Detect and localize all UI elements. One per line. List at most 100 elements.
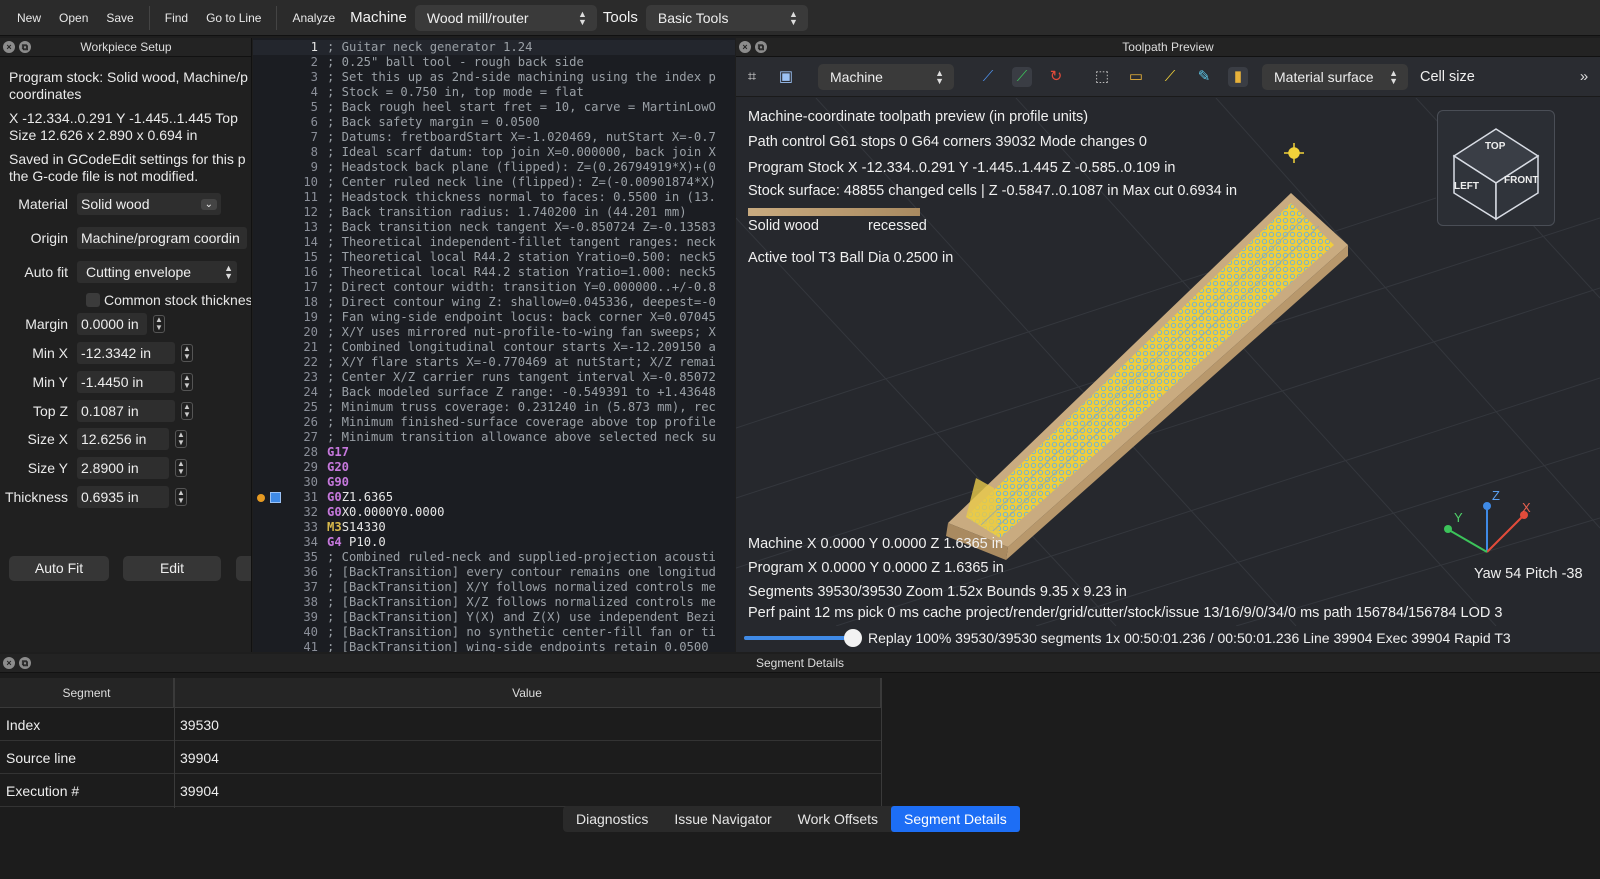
- common-stock-checkbox[interactable]: [86, 293, 100, 307]
- code-line[interactable]: 10 ; Center ruled neck line (flipped): Z=…: [253, 175, 735, 190]
- code-line[interactable]: 25 ; Minimum truss coverage: 0.231240 in …: [253, 400, 735, 415]
- origin-select[interactable]: Machine/program coordin: [77, 227, 247, 249]
- code-line[interactable]: 29 G20: [253, 460, 735, 475]
- code-line[interactable]: 18 ; Direct contour wing Z: shallow=0.045…: [253, 295, 735, 310]
- sizey-input[interactable]: 2.8900 in: [77, 457, 169, 479]
- code-line[interactable]: 9 ; Headstock back plane (flipped): Z=(0.…: [253, 160, 735, 175]
- breakpoint-dot-icon[interactable]: [257, 494, 265, 502]
- replay-slider[interactable]: [744, 629, 862, 647]
- tool-icon[interactable]: ⟋: [1160, 67, 1180, 87]
- code-line[interactable]: 12 ; Back transition radius: 1.740200 in …: [253, 205, 735, 220]
- view-cube[interactable]: TOP LEFT FRONT: [1437, 110, 1555, 226]
- code-line[interactable]: 31 G0Z1.6365: [253, 490, 735, 505]
- find-button[interactable]: Find: [156, 11, 197, 25]
- close-icon[interactable]: ×: [739, 41, 751, 53]
- overflow-chevron-icon[interactable]: »: [1574, 67, 1594, 87]
- machine-select[interactable]: Wood mill/router ▲ ▼: [414, 4, 597, 31]
- cube-top-label[interactable]: TOP: [1485, 141, 1505, 152]
- thickness-stepper[interactable]: ▲ ▼: [175, 488, 187, 506]
- analyze-button[interactable]: Analyze: [283, 11, 344, 25]
- float-icon[interactable]: ⧉: [755, 41, 767, 53]
- sizex-input[interactable]: 12.6256 in: [77, 428, 169, 450]
- column-header-value[interactable]: Value: [174, 678, 881, 708]
- code-line[interactable]: 2 ; 0.25" ball tool - rough back side: [253, 55, 735, 70]
- code-line[interactable]: 28 G17: [253, 445, 735, 460]
- code-line[interactable]: 35 ; Combined ruled-neck and supplied-pro…: [253, 550, 735, 565]
- table-row-key[interactable]: Execution #: [0, 775, 174, 807]
- code-line[interactable]: 15 ; Theoretical local R44.2 station Yrat…: [253, 250, 735, 265]
- code-line[interactable]: 36 ; [BackTransition] every contour remai…: [253, 565, 735, 580]
- surface-select[interactable]: Material surface ▲ ▼: [1262, 64, 1408, 90]
- code-line[interactable]: 21 ; Combined longitudinal contour starts…: [253, 340, 735, 355]
- arc-move-icon[interactable]: ↻: [1046, 67, 1066, 87]
- miny-stepper[interactable]: ▲ ▼: [181, 373, 193, 391]
- table-row-value[interactable]: 39530: [174, 709, 881, 741]
- topz-stepper[interactable]: ▲ ▼: [181, 402, 193, 420]
- feed-move-icon[interactable]: ⟋: [978, 67, 998, 87]
- code-line[interactable]: 23 ; Center X/Z carrier runs tangent inte…: [253, 370, 735, 385]
- tools-select[interactable]: Basic Tools ▲ ▼: [645, 4, 808, 31]
- image-export-icon[interactable]: ▣: [776, 67, 796, 87]
- table-row-value[interactable]: 39904: [174, 775, 881, 807]
- thickness-input[interactable]: 0.6935 in: [77, 486, 169, 508]
- code-line[interactable]: 34 G4 P10.0: [253, 535, 735, 550]
- autofit-select[interactable]: Cutting envelope ▲ ▼: [77, 261, 237, 283]
- code-line[interactable]: 24 ; Back modeled surface Z range: -0.549…: [253, 385, 735, 400]
- float-icon[interactable]: ⧉: [19, 657, 31, 669]
- table-row-value[interactable]: 39904: [174, 742, 881, 774]
- material-select[interactable]: Solid wood ⌄: [77, 193, 221, 215]
- code-line[interactable]: 26 ; Minimum finished-surface coverage ab…: [253, 415, 735, 430]
- code-line[interactable]: 39 ; [BackTransition] Y(X) and Z(X) use i…: [253, 610, 735, 625]
- code-line[interactable]: 27 ; Minimum transition allowance above s…: [253, 430, 735, 445]
- code-line[interactable]: 33 M3S14330: [253, 520, 735, 535]
- code-line[interactable]: 13 ; Back transition neck tangent X=-0.85…: [253, 220, 735, 235]
- minx-input[interactable]: -12.3342 in: [77, 342, 175, 364]
- code-line[interactable]: 19 ; Fan wing-side endpoint locus: back c…: [253, 310, 735, 325]
- code-line[interactable]: 5 ; Back rough heel start fret = 10, carv…: [253, 100, 735, 115]
- table-row-key[interactable]: Index: [0, 709, 174, 741]
- measure-icon[interactable]: ✎: [1194, 67, 1214, 87]
- code-line[interactable]: 11 ; Headstock thickness normal to faces:…: [253, 190, 735, 205]
- sizey-stepper[interactable]: ▲ ▼: [175, 459, 187, 477]
- code-line[interactable]: 32 G0X0.0000Y0.0000: [253, 505, 735, 520]
- miny-input[interactable]: -1.4450 in: [77, 371, 175, 393]
- open-button[interactable]: Open: [50, 11, 97, 25]
- edit-button[interactable]: Edit: [123, 556, 221, 581]
- auto-fit-button[interactable]: Auto Fit: [9, 556, 109, 581]
- gcode-editor[interactable]: 1 ; Guitar neck generator 1.24 2 ; 0.25" ba…: [253, 38, 735, 652]
- close-icon[interactable]: ×: [3, 41, 15, 53]
- crop-icon[interactable]: ⌗: [742, 67, 762, 87]
- code-line[interactable]: 30 G90: [253, 475, 735, 490]
- code-line[interactable]: 41 ; [BackTransition] wing-side endpoints…: [253, 640, 735, 652]
- margin-input[interactable]: 0.0000 in: [77, 313, 147, 335]
- bounds-icon[interactable]: ⬚: [1092, 67, 1112, 87]
- code-line[interactable]: 7 ; Datums: fretboardStart X=-1.020469, n…: [253, 130, 735, 145]
- chart-icon[interactable]: ▮: [1228, 67, 1248, 87]
- code-line[interactable]: 20 ; X/Y uses mirrored nut-profile-to-win…: [253, 325, 735, 340]
- cube-front-label[interactable]: FRONT: [1504, 175, 1538, 186]
- tab-segment-details[interactable]: Segment Details: [891, 806, 1020, 832]
- stock-icon[interactable]: ▭: [1126, 67, 1146, 87]
- code-line[interactable]: 40 ; [BackTransition] no synthetic center…: [253, 625, 735, 640]
- view-select[interactable]: Machine ▲ ▼: [818, 64, 954, 90]
- goto-line-button[interactable]: Go to Line: [197, 11, 270, 25]
- code-line[interactable]: 3 ; Set this up as 2nd-side machining usi…: [253, 70, 735, 85]
- code-line[interactable]: 4 ; Stock = 0.750 in, top mode = flat: [253, 85, 735, 100]
- tab-work-offsets[interactable]: Work Offsets: [785, 806, 891, 832]
- bookmark-icon[interactable]: [270, 492, 281, 503]
- code-line[interactable]: 17 ; Direct contour width: transition Y=0…: [253, 280, 735, 295]
- replay-slider-knob[interactable]: [843, 629, 862, 647]
- more-button[interactable]: [236, 556, 251, 581]
- code-line[interactable]: 22 ; X/Y flare starts X=-0.770469 at nutS…: [253, 355, 735, 370]
- code-line[interactable]: 16 ; Theoretical local R44.2 station Yrat…: [253, 265, 735, 280]
- save-button[interactable]: Save: [97, 11, 142, 25]
- code-line[interactable]: 6 ; Back safety margin = 0.0500: [253, 115, 735, 130]
- margin-stepper[interactable]: ▲ ▼: [153, 315, 165, 333]
- tab-diagnostics[interactable]: Diagnostics: [563, 806, 661, 832]
- cube-left-label[interactable]: LEFT: [1454, 181, 1479, 192]
- code-line[interactable]: 37 ; [BackTransition] X/Y follows normali…: [253, 580, 735, 595]
- close-icon[interactable]: ×: [3, 657, 15, 669]
- minx-stepper[interactable]: ▲ ▼: [181, 344, 193, 362]
- code-line[interactable]: 1 ; Guitar neck generator 1.24: [253, 40, 735, 55]
- table-row-key[interactable]: Source line: [0, 742, 174, 774]
